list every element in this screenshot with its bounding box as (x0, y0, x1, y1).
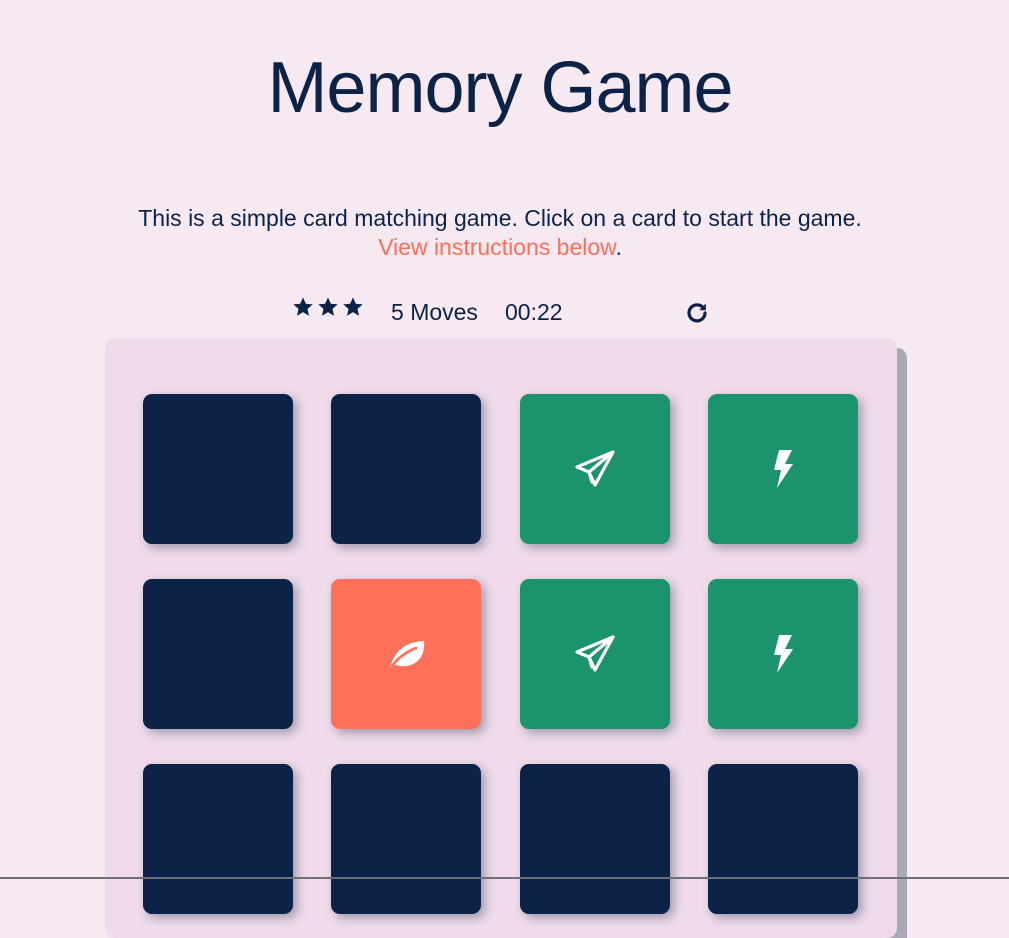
card[interactable] (331, 579, 481, 729)
card[interactable] (708, 579, 858, 729)
card[interactable] (143, 579, 293, 729)
game-timer: 00:22 (505, 299, 563, 325)
bolt-icon (771, 449, 795, 489)
move-counter: 5 Moves (391, 296, 478, 328)
card[interactable] (143, 764, 293, 914)
moves-count: 5 (391, 299, 404, 325)
star-icon (342, 296, 364, 318)
intro-description: This is a simple card matching game. Cli… (138, 205, 862, 231)
card[interactable] (708, 394, 858, 544)
card[interactable] (520, 764, 670, 914)
star-rating (292, 296, 364, 318)
card[interactable] (331, 394, 481, 544)
card[interactable] (708, 764, 858, 914)
score-panel: 5 Moves 00:22 (292, 296, 712, 328)
card[interactable] (520, 394, 670, 544)
instructions-link[interactable]: View instructions below (378, 234, 615, 260)
leaf-icon (384, 634, 428, 674)
card[interactable] (143, 394, 293, 544)
moves-label: Moves (410, 299, 478, 325)
intro-text: This is a simple card matching game. Cli… (0, 204, 1000, 262)
card[interactable] (520, 579, 670, 729)
restart-icon[interactable] (684, 300, 710, 326)
star-icon (292, 296, 314, 318)
page-title: Memory Game (267, 48, 733, 128)
card[interactable] (331, 764, 481, 914)
card-deck (105, 338, 897, 938)
paper-plane-icon (573, 632, 617, 676)
bolt-icon (771, 634, 795, 674)
intro-period: . (615, 234, 622, 260)
star-icon (317, 296, 339, 318)
paper-plane-icon (573, 447, 617, 491)
